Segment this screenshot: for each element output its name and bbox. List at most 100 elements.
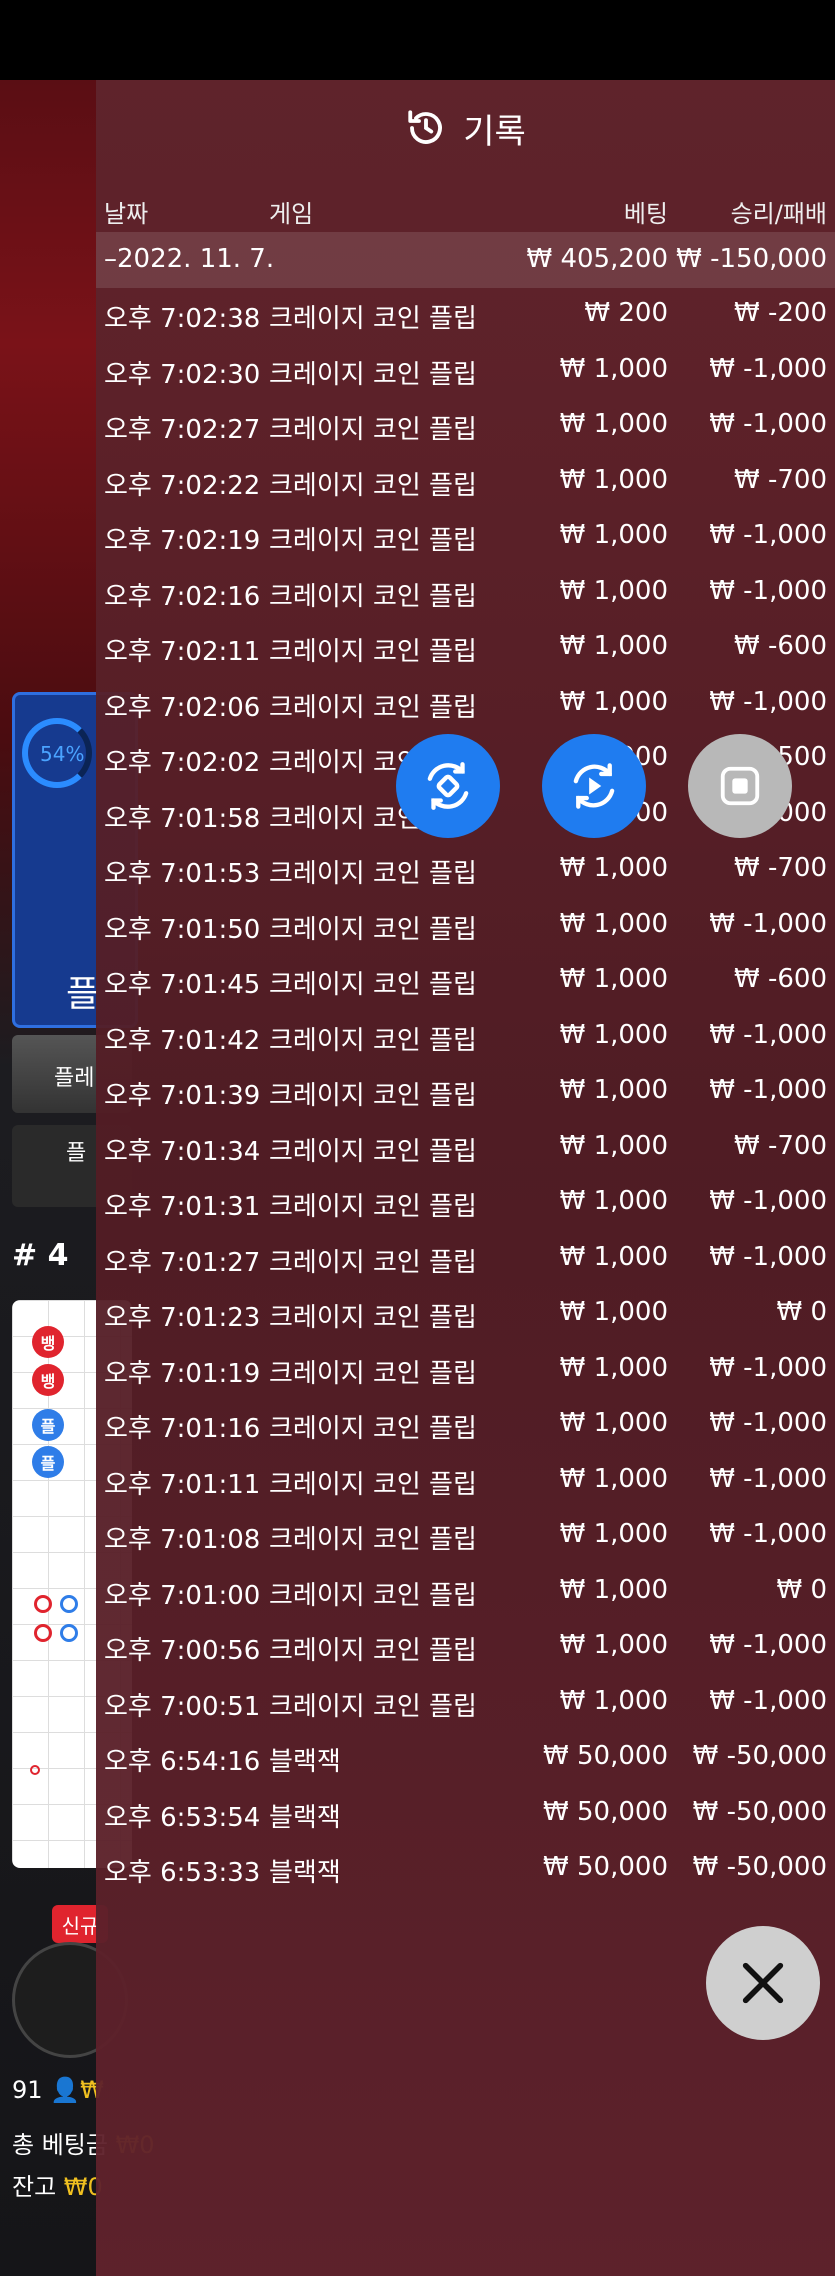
history-row[interactable]: 오후 7:02:22 크레이지 코인 플립 ₩ 1,000 ₩ -700 xyxy=(96,465,835,520)
bet-card-label: 플 xyxy=(66,974,100,1015)
history-row[interactable]: 오후 7:00:51 크레이지 코인 플립 ₩ 1,000 ₩ -1,000 xyxy=(96,1686,835,1741)
row-result: ₩ -1,000 xyxy=(709,908,827,939)
row-bet: ₩ 200 xyxy=(584,298,668,328)
row-result: ₩ -1,000 xyxy=(709,1463,827,1494)
history-row[interactable]: 오후 7:01:19 크레이지 코인 플립 ₩ 1,000 ₩ -1,000 xyxy=(96,1353,835,1408)
history-row[interactable]: 오후 7:02:30 크레이지 코인 플립 ₩ 1,000 ₩ -1,000 xyxy=(96,354,835,409)
history-row[interactable]: 오후 7:01:08 크레이지 코인 플립 ₩ 1,000 ₩ -1,000 xyxy=(96,1519,835,1574)
row-game: 크레이지 코인 플립 xyxy=(269,1469,477,1500)
row-bet: ₩ 1,000 xyxy=(559,1463,668,1494)
history-row[interactable]: 오후 7:02:16 크레이지 코인 플립 ₩ 1,000 ₩ -1,000 xyxy=(96,576,835,631)
date-summary-row[interactable]: –2022. 11. 7. ₩ 405,200 ₩ -150,000 xyxy=(96,232,835,288)
row-time: 오후 7:02:27 xyxy=(104,415,261,445)
road-dot-banker: 뱅 xyxy=(32,1364,64,1396)
history-row[interactable]: 오후 7:01:34 크레이지 코인 플립 ₩ 1,000 ₩ -700 xyxy=(96,1131,835,1186)
row-time: 오후 7:01:00 xyxy=(104,1580,261,1611)
row-bet: ₩ 1,000 xyxy=(559,575,668,606)
timer-percent: 54% xyxy=(40,742,85,766)
row-bet: ₩ 1,000 xyxy=(559,853,668,883)
history-row[interactable]: 오후 7:01:11 크레이지 코인 플립 ₩ 1,000 ₩ -1,000 xyxy=(96,1464,835,1519)
row-result: ₩ -1,000 xyxy=(709,1630,827,1660)
road-dot-player: 플 xyxy=(32,1409,64,1441)
history-row[interactable]: 오후 7:01:42 크레이지 코인 플립 ₩ 1,000 ₩ -1,000 xyxy=(96,1020,835,1075)
row-result: ₩ 0 xyxy=(776,1297,827,1327)
rotate-sync-button[interactable] xyxy=(396,734,500,838)
row-result: ₩ -50,000 xyxy=(692,1852,827,1882)
row-bet: ₩ 1,000 xyxy=(559,1408,668,1438)
close-button[interactable] xyxy=(706,1926,820,2040)
row-bet: ₩ 1,000 xyxy=(559,1352,668,1383)
row-game: 크레이지 코인 플립 xyxy=(269,1136,477,1167)
history-row[interactable]: 오후 7:00:56 크레이지 코인 플립 ₩ 1,000 ₩ -1,000 xyxy=(96,1630,835,1685)
row-game: 크레이지 코인 플립 xyxy=(269,1414,477,1444)
history-row[interactable]: 오후 7:02:38 크레이지 코인 플립 ₩ 200 ₩ -200 xyxy=(96,298,835,353)
history-row[interactable]: 오후 7:02:11 크레이지 코인 플립 ₩ 1,000 ₩ -600 xyxy=(96,631,835,686)
row-result: ₩ -600 xyxy=(734,964,827,994)
row-result: ₩ -700 xyxy=(734,464,827,495)
row-game: 블랙잭 xyxy=(269,1802,341,1833)
row-game: 크레이지 코인 플립 xyxy=(269,914,477,945)
row-time: 오후 7:01:11 xyxy=(104,1469,261,1500)
row-game: 크레이지 코인 플립 xyxy=(269,581,477,612)
row-result: ₩ -700 xyxy=(734,853,827,883)
row-time: 오후 7:01:23 xyxy=(104,1303,261,1333)
row-game: 크레이지 코인 플립 xyxy=(269,359,477,390)
stop-button[interactable] xyxy=(688,734,792,838)
row-bet: ₩ 1,000 xyxy=(559,520,668,550)
history-row[interactable]: 오후 6:53:33 블랙잭 ₩ 50,000 ₩ -50,000 xyxy=(96,1852,835,1907)
panel-header: 기록 xyxy=(96,80,835,176)
row-time: 오후 7:01:16 xyxy=(104,1414,261,1444)
row-bet: ₩ 1,000 xyxy=(559,1630,668,1660)
history-row[interactable]: 오후 7:01:16 크레이지 코인 플립 ₩ 1,000 ₩ -1,000 xyxy=(96,1408,835,1463)
history-row[interactable]: 오후 7:01:31 크레이지 코인 플립 ₩ 1,000 ₩ -1,000 xyxy=(96,1186,835,1241)
table-number: # 4 xyxy=(12,1238,69,1273)
row-bet: ₩ 1,000 xyxy=(559,964,668,994)
row-time: 오후 7:01:39 xyxy=(104,1081,261,1111)
history-row[interactable]: 오후 7:01:00 크레이지 코인 플립 ₩ 1,000 ₩ 0 xyxy=(96,1575,835,1630)
row-bet: ₩ 50,000 xyxy=(543,1796,668,1827)
history-row[interactable]: 오후 7:01:53 크레이지 코인 플립 ₩ 1,000 ₩ -700 xyxy=(96,853,835,908)
row-game: 크레이지 코인 플립 xyxy=(269,1192,477,1222)
history-row[interactable]: 오후 7:01:45 크레이지 코인 플립 ₩ 1,000 ₩ -600 xyxy=(96,964,835,1019)
row-result: ₩ -1,000 xyxy=(709,1685,827,1716)
history-row[interactable]: 오후 7:02:06 크레이지 코인 플립 ₩ 1,000 ₩ -1,000 xyxy=(96,687,835,742)
row-game: 크레이지 코인 플립 xyxy=(269,1358,477,1389)
history-row[interactable]: 오후 7:01:27 크레이지 코인 플립 ₩ 1,000 ₩ -1,000 xyxy=(96,1242,835,1297)
replay-play-icon xyxy=(573,763,615,809)
row-time: 오후 7:01:42 xyxy=(104,1025,261,1056)
history-row[interactable]: 오후 7:01:50 크레이지 코인 플립 ₩ 1,000 ₩ -1,000 xyxy=(96,909,835,964)
row-game: 크레이지 코인 플립 xyxy=(269,692,477,723)
row-time: 오후 7:02:30 xyxy=(104,359,261,390)
column-result: 승리/패배 xyxy=(730,200,827,228)
road-dot-player: 플 xyxy=(32,1446,64,1478)
row-game: 블랙잭 xyxy=(269,1858,341,1888)
row-bet: ₩ 1,000 xyxy=(559,1574,668,1605)
history-row[interactable]: 오후 7:02:27 크레이지 코인 플립 ₩ 1,000 ₩ -1,000 xyxy=(96,409,835,464)
row-time: 오후 7:01:50 xyxy=(104,914,261,945)
row-bet: ₩ 1,000 xyxy=(559,464,668,495)
replay-button[interactable] xyxy=(542,734,646,838)
history-row[interactable]: 오후 7:01:39 크레이지 코인 플립 ₩ 1,000 ₩ -1,000 xyxy=(96,1075,835,1130)
row-time: 오후 7:01:45 xyxy=(104,970,261,1000)
road-ring-blue xyxy=(60,1624,78,1642)
row-time: 오후 7:00:56 xyxy=(104,1636,261,1666)
history-row[interactable]: 오후 7:01:23 크레이지 코인 플립 ₩ 1,000 ₩ 0 xyxy=(96,1297,835,1352)
column-game: 게임 xyxy=(269,200,314,228)
row-time: 오후 6:53:54 xyxy=(104,1802,261,1833)
history-row[interactable]: 오후 6:54:16 블랙잭 ₩ 50,000 ₩ -50,000 xyxy=(96,1741,835,1796)
history-icon xyxy=(408,110,443,144)
row-result: ₩ -1,000 xyxy=(709,353,827,384)
history-row[interactable]: 오후 7:02:19 크레이지 코인 플립 ₩ 1,000 ₩ -1,000 xyxy=(96,520,835,575)
row-bet: ₩ 1,000 xyxy=(559,1685,668,1716)
stop-icon xyxy=(720,766,760,806)
row-result: ₩ -1,000 xyxy=(709,1075,827,1105)
row-time: 오후 7:01:31 xyxy=(104,1192,261,1222)
status-bar xyxy=(0,0,835,80)
row-result: ₩ -600 xyxy=(734,631,827,661)
column-date: 날짜 xyxy=(104,200,149,228)
balance-label: 잔고 xyxy=(12,2173,64,2201)
row-bet: ₩ 1,000 xyxy=(559,1297,668,1327)
column-bet: 베팅 xyxy=(623,200,668,228)
row-bet: ₩ 50,000 xyxy=(543,1741,668,1771)
history-row[interactable]: 오후 6:53:54 블랙잭 ₩ 50,000 ₩ -50,000 xyxy=(96,1797,835,1852)
